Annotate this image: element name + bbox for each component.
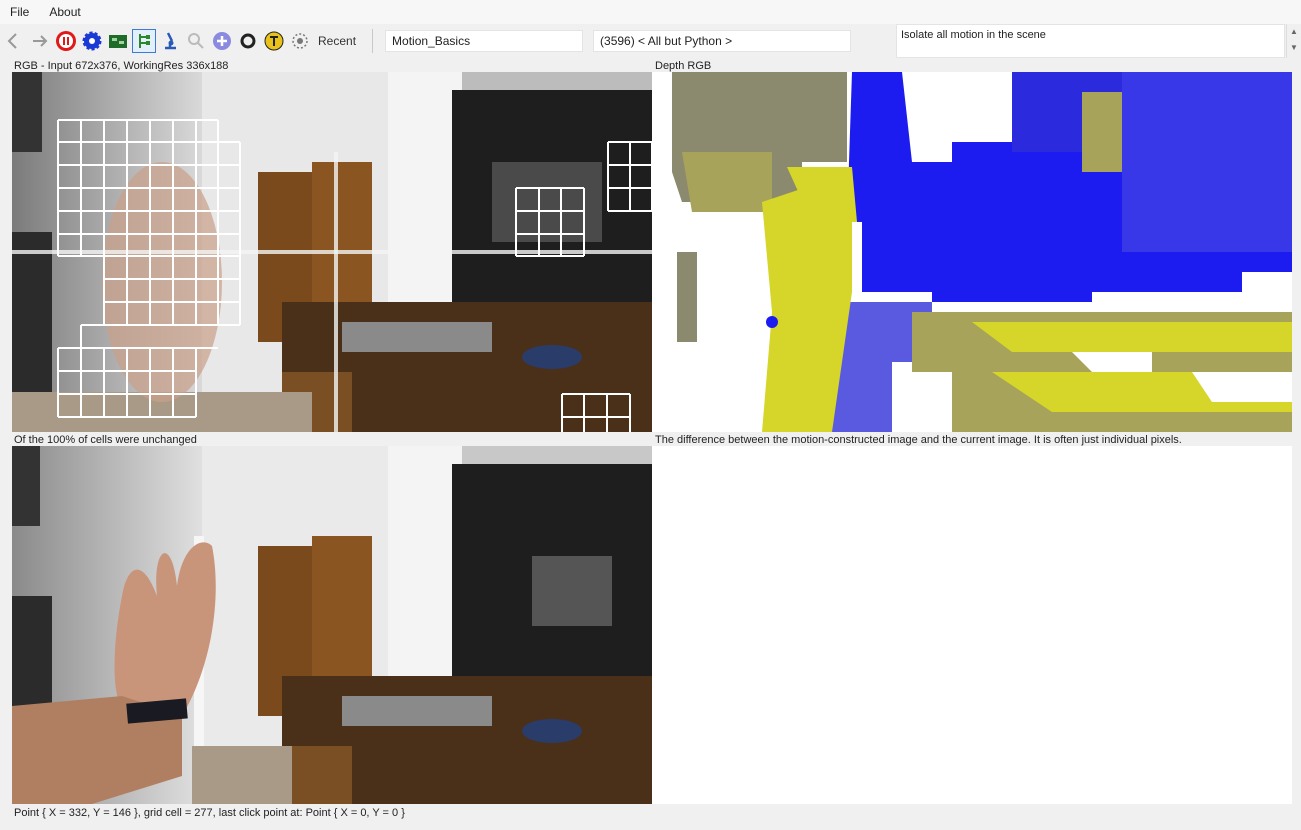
back-arrow-icon[interactable] — [2, 29, 26, 53]
tree-icon[interactable] — [132, 29, 156, 53]
description-box[interactable]: Isolate all motion in the scene — [896, 24, 1285, 58]
scroll-down-icon[interactable]: ▼ — [1287, 40, 1301, 56]
depth-panel-caption: The difference between the motion-constr… — [655, 434, 1182, 446]
o-icon[interactable] — [236, 29, 260, 53]
group-select[interactable]: (3596) < All but Python > — [593, 30, 852, 52]
toolbar-separator — [372, 29, 374, 53]
rgb-image-panel[interactable] — [12, 72, 652, 432]
description-text: Isolate all motion in the scene — [901, 29, 1046, 41]
forward-arrow-icon[interactable] — [28, 29, 52, 53]
recent-button[interactable]: Recent — [318, 34, 356, 48]
menu-bar: File About — [0, 0, 1301, 24]
status-text: Point { X = 332, Y = 146 }, grid cell = … — [14, 807, 405, 819]
menu-about[interactable]: About — [49, 5, 80, 19]
gear-icon[interactable] — [80, 29, 104, 53]
plus-icon[interactable] — [210, 29, 234, 53]
algorithm-value: Motion_Basics — [392, 34, 471, 48]
pin-icon[interactable] — [262, 29, 286, 53]
depth-image-panel[interactable] — [652, 72, 1292, 432]
algorithm-select[interactable]: Motion_Basics — [385, 30, 584, 52]
magnifier-icon[interactable] — [184, 29, 208, 53]
spider-icon[interactable] — [288, 29, 312, 53]
depth-panel-title: Depth RGB — [655, 60, 712, 72]
scroll-up-icon[interactable]: ▲ — [1287, 24, 1301, 40]
rgb-panel-caption: Of the 100% of cells were unchanged — [14, 434, 197, 446]
menu-file[interactable]: File — [10, 5, 29, 19]
output-image-panel[interactable] — [12, 446, 652, 804]
microscope-icon[interactable] — [158, 29, 182, 53]
rgb-panel-title: RGB - Input 672x376, WorkingRes 336x188 — [14, 60, 229, 72]
empty-panel[interactable] — [652, 446, 1292, 804]
group-value: (3596) < All but Python > — [600, 34, 733, 48]
board-icon[interactable] — [106, 29, 130, 53]
pause-icon[interactable] — [54, 29, 78, 53]
description-scrollbar[interactable]: ▲ ▼ — [1286, 24, 1301, 58]
